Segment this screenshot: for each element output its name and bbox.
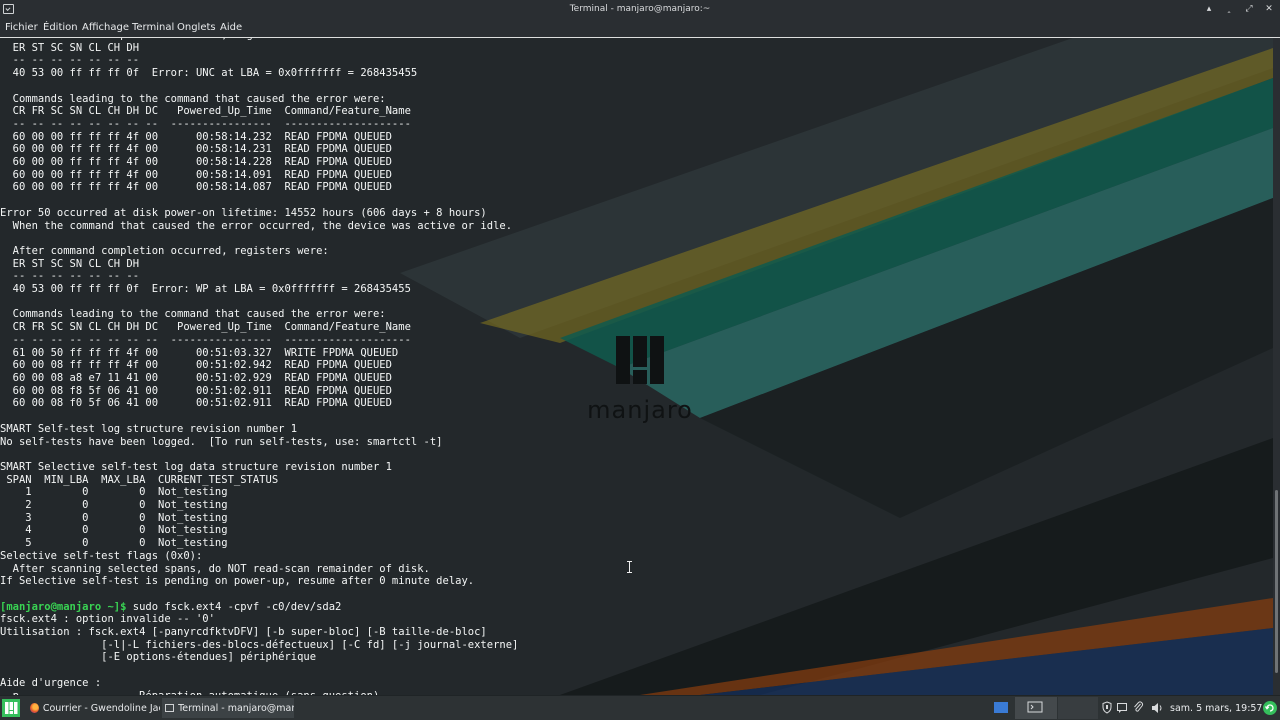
terminal-line: CR FR SC SN CL CH DH DC Powered_Up_Time … bbox=[0, 105, 411, 118]
scrollbar-thumb[interactable] bbox=[1275, 490, 1278, 673]
terminal-line: 40 53 00 ff ff ff 0f Error: UNC at LBA =… bbox=[0, 67, 418, 80]
volume-icon[interactable] bbox=[1150, 696, 1164, 720]
terminal-line: -- -- -- -- -- -- -- -- ----------------… bbox=[0, 117, 411, 130]
terminal-line: 4 0 0 Not_testing bbox=[0, 524, 228, 537]
shield-icon[interactable] bbox=[1101, 696, 1113, 720]
desktop-switcher-icon[interactable] bbox=[992, 696, 1010, 720]
terminal-line: 40 53 00 ff ff ff 0f Error: WP at LBA = … bbox=[0, 283, 411, 296]
terminal-line: CR FR SC SN CL CH DH DC Powered_Up_Time … bbox=[0, 321, 411, 334]
terminal-line: 60 00 00 ff ff ff 4f 00 00:58:14.231 REA… bbox=[0, 143, 392, 156]
menu-affichage[interactable]: Affichage bbox=[82, 22, 129, 33]
terminal-line: SPAN MIN_LBA MAX_LBA CURRENT_TEST_STATUS bbox=[0, 473, 279, 486]
terminal-line: After scanning selected spans, do NOT re… bbox=[0, 562, 430, 575]
menu-aide[interactable]: Aide bbox=[220, 22, 242, 33]
task-terminal-label: Terminal - manjaro@manj... bbox=[178, 702, 294, 714]
terminal-line: -- -- -- -- -- -- -- -- ----------------… bbox=[0, 333, 411, 346]
menu-terminal[interactable]: Terminal bbox=[132, 22, 174, 33]
terminal-line: 2 0 0 Not_testing bbox=[0, 499, 228, 512]
terminal-view[interactable]: manjaro After command completion occurre… bbox=[0, 38, 1273, 695]
menu-onglets[interactable]: Onglets bbox=[177, 22, 216, 33]
terminal-line: 60 00 00 ff ff ff 4f 00 00:58:14.228 REA… bbox=[0, 156, 392, 169]
terminal-line: 60 00 00 ff ff ff 4f 00 00:58:14.091 REA… bbox=[0, 168, 392, 181]
terminal-line: Error 50 occurred at disk power-on lifet… bbox=[0, 206, 487, 219]
maximize-button[interactable]: ⤢ bbox=[1243, 3, 1255, 15]
terminal-line: fsck.ext4 : option invalide -- '0' bbox=[0, 613, 215, 626]
terminal-line: SMART Self-test log structure revision n… bbox=[0, 422, 298, 435]
terminal-line: 60 00 08 f0 5f 06 41 00 00:51:02.911 REA… bbox=[0, 397, 392, 410]
paperclip-icon[interactable] bbox=[1132, 696, 1144, 720]
terminal-line: If Selective self-test is pending on pow… bbox=[0, 575, 475, 588]
terminal-output: After command completion occurred, regis… bbox=[0, 38, 518, 695]
terminal-scrollbar[interactable] bbox=[1273, 38, 1280, 695]
terminal-line: After command completion occurred, regis… bbox=[0, 38, 329, 41]
window-title: Terminal - manjaro@manjaro:~ bbox=[569, 4, 711, 14]
terminal-line: 5 0 0 Not_testing bbox=[0, 537, 228, 550]
taskbar: Courrier - Gwendoline Jaci... Terminal -… bbox=[0, 696, 1280, 720]
close-button[interactable]: ✕ bbox=[1263, 3, 1275, 15]
terminal-line: 60 00 08 a8 e7 11 41 00 00:51:02.929 REA… bbox=[0, 371, 392, 384]
terminal-line: Commands leading to the command that cau… bbox=[0, 92, 386, 105]
firefox-icon bbox=[30, 703, 39, 713]
chat-icon[interactable] bbox=[1116, 696, 1128, 720]
window-titlebar[interactable]: Terminal - manjaro@manjaro:~ ▴ ‸ ⤢ ✕ bbox=[0, 0, 1280, 19]
terminal-line: 60 00 00 ff ff ff 4f 00 00:58:14.232 REA… bbox=[0, 130, 392, 143]
minimize-button[interactable]: ‸ bbox=[1223, 3, 1235, 15]
workspace-active-icon[interactable] bbox=[1015, 696, 1057, 720]
task-terminal[interactable]: Terminal - manjaro@manj... bbox=[162, 698, 294, 718]
update-icon[interactable] bbox=[1262, 696, 1278, 720]
terminal-line: 60 00 08 ff ff ff 4f 00 00:51:02.942 REA… bbox=[0, 359, 392, 372]
terminal-line: After command completion occurred, regis… bbox=[0, 244, 329, 257]
terminal-line: 1 0 0 Not_testing bbox=[0, 486, 228, 499]
mouse-ibeam-cursor bbox=[627, 561, 632, 573]
terminal-line: ER ST SC SN CL CH DH bbox=[0, 41, 140, 54]
menu-edition[interactable]: Édition bbox=[43, 22, 78, 33]
terminal-line: When the command that caused the error o… bbox=[0, 219, 513, 232]
terminal-line: [-E options-étendues] périphérique bbox=[0, 651, 317, 664]
terminal-line: ER ST SC SN CL CH DH bbox=[0, 257, 140, 270]
terminal-line: -- -- -- -- -- -- -- bbox=[0, 54, 140, 67]
menubar: Fichier Édition Affichage Terminal Ongle… bbox=[0, 19, 1280, 37]
terminal-line: 3 0 0 Not_testing bbox=[0, 511, 228, 524]
terminal-line: -p Réparation automatique (sans question… bbox=[0, 690, 379, 695]
terminal-line: Commands leading to the command that cau… bbox=[0, 308, 386, 321]
shell-command: sudo fsck.ext4 -cpvf -c0/dev/sda2 bbox=[126, 600, 342, 613]
terminal-icon bbox=[165, 704, 175, 712]
terminal-line: 61 00 50 ff ff ff 4f 00 00:51:03.327 WRI… bbox=[0, 346, 399, 359]
task-mail[interactable]: Courrier - Gwendoline Jaci... bbox=[30, 698, 160, 718]
terminal-line: 60 00 00 ff ff ff 4f 00 00:58:14.087 REA… bbox=[0, 181, 392, 194]
task-mail-label: Courrier - Gwendoline Jaci... bbox=[42, 702, 160, 714]
manjaro-logo-text: manjaro bbox=[587, 396, 693, 424]
workspace-empty-icon[interactable] bbox=[1058, 696, 1098, 720]
terminal-line: No self-tests have been logged. [To run … bbox=[0, 435, 443, 448]
terminal-line: Selective self-test flags (0x0): bbox=[0, 549, 203, 562]
terminal-line: Aide d'urgence : bbox=[0, 676, 102, 689]
terminal-line: SMART Selective self-test log data struc… bbox=[0, 460, 392, 473]
terminal-line: Utilisation : fsck.ext4 [-panyrcdfktvDFV… bbox=[0, 626, 487, 639]
shell-prompt: [manjaro@manjaro ~]$ bbox=[0, 600, 127, 613]
terminal-line: 60 00 08 f8 5f 06 41 00 00:51:02.911 REA… bbox=[0, 384, 392, 397]
terminal-line: -- -- -- -- -- -- -- bbox=[0, 270, 140, 283]
clock[interactable]: sam. 5 mars, 19:57 bbox=[1170, 703, 1262, 714]
manjaro-menu-button[interactable] bbox=[2, 699, 20, 717]
manjaro-logo-icon bbox=[616, 336, 664, 384]
terminal-line: [-l|-L fichiers-des-blocs-défectueux] [-… bbox=[0, 638, 519, 651]
menu-fichier[interactable]: Fichier bbox=[5, 22, 38, 33]
keep-above-button[interactable]: ▴ bbox=[1203, 3, 1215, 15]
